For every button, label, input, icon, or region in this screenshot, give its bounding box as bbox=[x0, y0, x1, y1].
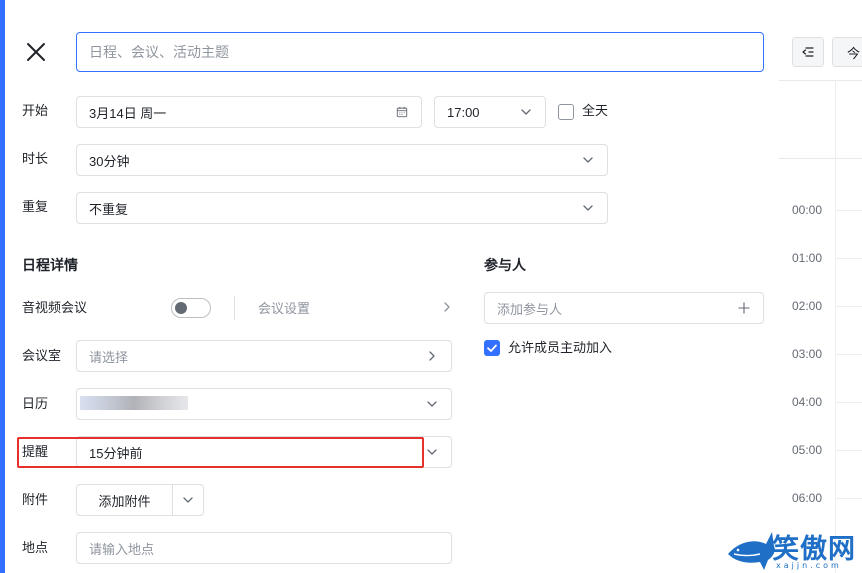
chevron-down-icon bbox=[581, 153, 595, 167]
close-button[interactable] bbox=[22, 38, 50, 66]
hour-label: 02:00 bbox=[792, 299, 823, 313]
watermark-subtext: xajjn.com bbox=[776, 561, 842, 570]
close-icon bbox=[27, 43, 45, 61]
hour-label: 03:00 bbox=[792, 347, 823, 361]
meeting-room-label: 会议室 bbox=[22, 348, 62, 363]
hour-label: 04:00 bbox=[792, 395, 823, 409]
attachment-label: 附件 bbox=[22, 492, 49, 507]
today-button[interactable]: 今 bbox=[832, 37, 862, 67]
meeting-settings-link[interactable]: 会议设置 bbox=[258, 299, 310, 319]
location-placeholder: 请输入地点 bbox=[89, 541, 155, 557]
indent-icon bbox=[802, 47, 814, 57]
attachment-control: 添加附件 bbox=[76, 484, 204, 516]
video-meeting-label: 音视频会议 bbox=[22, 300, 88, 315]
calendar-label: 日历 bbox=[22, 396, 49, 411]
hour-gridline bbox=[836, 306, 862, 307]
repeat-value: 不重复 bbox=[89, 201, 129, 217]
meeting-room-select[interactable]: 请选择 bbox=[76, 340, 452, 372]
check-icon bbox=[487, 344, 497, 352]
event-title-input[interactable] bbox=[76, 32, 764, 72]
allow-join-label: 允许成员主动加入 bbox=[508, 340, 613, 355]
hour-gridline bbox=[836, 498, 862, 499]
attachment-dropdown[interactable] bbox=[173, 485, 203, 515]
hour-label: 01:00 bbox=[792, 251, 823, 265]
hour-gridline bbox=[836, 450, 862, 451]
repeat-label: 重复 bbox=[22, 199, 49, 214]
plus-icon[interactable] bbox=[737, 301, 751, 315]
hour-gridline bbox=[836, 354, 862, 355]
duration-select[interactable]: 30分钟 bbox=[76, 144, 608, 176]
toggle-knob bbox=[175, 302, 187, 314]
duration-label: 时长 bbox=[22, 151, 49, 166]
add-participant-input[interactable]: 添加参与人 bbox=[484, 292, 764, 324]
divider bbox=[779, 158, 862, 159]
location-input[interactable]: 请输入地点 bbox=[76, 532, 452, 564]
hour-gridline bbox=[836, 402, 862, 403]
calendar-pane bbox=[779, 0, 862, 573]
duration-value: 30分钟 bbox=[89, 153, 130, 169]
start-time-select[interactable]: 17:00 bbox=[434, 96, 546, 128]
chevron-right-icon[interactable] bbox=[441, 301, 453, 313]
allday-label: 全天 bbox=[582, 103, 609, 118]
allday-checkbox[interactable] bbox=[558, 104, 574, 120]
blurred-calendar-name bbox=[80, 396, 188, 410]
start-date-picker[interactable]: 3月14日 周一 bbox=[76, 96, 422, 128]
repeat-select[interactable]: 不重复 bbox=[76, 192, 608, 224]
divider bbox=[835, 80, 836, 573]
reminder-highlight-box bbox=[17, 437, 424, 468]
details-section-title: 日程详情 bbox=[22, 257, 78, 273]
start-time-value: 17:00 bbox=[447, 104, 480, 120]
divider bbox=[234, 296, 235, 320]
left-accent-bar bbox=[0, 0, 5, 573]
divider bbox=[779, 80, 862, 81]
add-attachment-button[interactable]: 添加附件 bbox=[77, 485, 173, 515]
calendar-icon bbox=[395, 105, 409, 119]
video-meeting-toggle[interactable] bbox=[171, 298, 211, 318]
chevron-down-icon bbox=[183, 497, 193, 503]
chevron-right-icon bbox=[425, 349, 439, 363]
add-participant-placeholder: 添加参与人 bbox=[497, 301, 563, 317]
start-date-value: 3月14日 周一 bbox=[89, 105, 167, 121]
hour-gridline bbox=[836, 258, 862, 259]
meeting-room-placeholder: 请选择 bbox=[89, 349, 129, 365]
hour-label: 05:00 bbox=[792, 443, 823, 457]
hour-label: 00:00 bbox=[792, 203, 823, 217]
participants-section-title: 参与人 bbox=[484, 257, 526, 273]
chevron-down-icon bbox=[519, 105, 533, 119]
allow-join-checkbox[interactable] bbox=[484, 340, 500, 356]
chevron-down-icon bbox=[425, 397, 439, 411]
hour-gridline bbox=[836, 210, 862, 211]
start-label: 开始 bbox=[22, 103, 49, 118]
location-label: 地点 bbox=[22, 540, 49, 555]
chevron-down-icon bbox=[581, 201, 595, 215]
chevron-down-icon bbox=[425, 445, 439, 459]
collapse-sidebar-button[interactable] bbox=[792, 37, 824, 67]
hour-label: 06:00 bbox=[792, 491, 823, 505]
